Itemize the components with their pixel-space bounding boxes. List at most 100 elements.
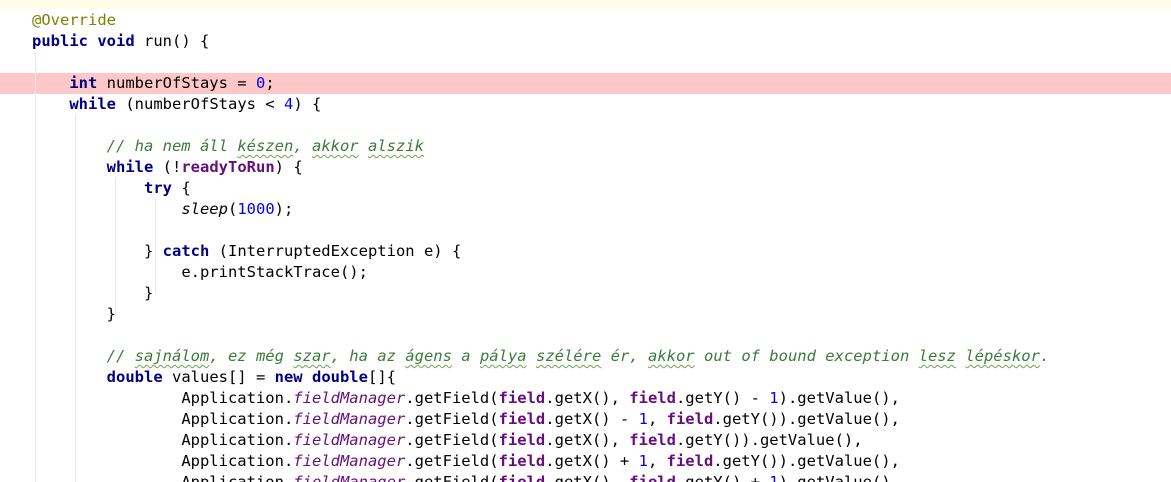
- code-line[interactable]: public void run() {: [32, 31, 209, 52]
- code-token: fieldManager: [293, 431, 406, 449]
- code-token: 1000: [237, 200, 275, 218]
- code-token: while: [106, 158, 154, 176]
- code-editor[interactable]: @Override public void run() { int numberO…: [0, 0, 1171, 482]
- code-token: values[] =: [162, 368, 275, 386]
- code-line[interactable]: Application.fieldManager.getField(field.…: [32, 430, 863, 451]
- code-token: .getField(: [405, 473, 499, 482]
- code-token: ér,: [601, 347, 648, 365]
- code-token: fieldManager: [293, 410, 406, 428]
- code-token: .: [1039, 347, 1050, 365]
- code-line[interactable]: }: [32, 283, 153, 304]
- code-line[interactable]: int numberOfStays = 0;: [32, 73, 274, 94]
- code-token: try: [143, 179, 172, 197]
- code-token: e.printStackTrace();: [181, 263, 368, 281]
- code-token: akkor: [311, 137, 359, 155]
- code-token: .getX(),: [545, 431, 630, 449]
- code-token: ).getValue(),: [778, 389, 900, 407]
- code-token: (: [227, 200, 238, 218]
- code-token: field: [629, 473, 676, 482]
- code-token: fieldManager: [293, 473, 406, 482]
- code-token: .getField(: [405, 431, 499, 449]
- code-token: Application.: [181, 410, 294, 428]
- code-token: out of bound exception: [694, 347, 919, 365]
- code-token: {: [171, 179, 191, 197]
- code-line[interactable]: Application.fieldManager.getField(field.…: [32, 388, 900, 409]
- code-token: .getX() +: [545, 452, 639, 470]
- code-line[interactable]: Application.fieldManager.getField( field.…: [32, 472, 900, 482]
- code-token: .getField(: [405, 452, 499, 470]
- code-token: (!: [153, 158, 182, 176]
- code-line[interactable]: double values[] = new double[]{: [32, 367, 396, 388]
- code-token: ) {: [293, 95, 322, 113]
- code-line[interactable]: while (!readyToRun) {: [32, 157, 303, 178]
- code-token: akkor: [647, 347, 695, 365]
- code-token: ,: [293, 137, 312, 155]
- code-line[interactable]: Application.fieldManager.getField(field.…: [32, 409, 900, 430]
- code-line[interactable]: // sajnálom, ez még szar, ha az ágens a …: [32, 346, 1050, 367]
- code-line[interactable]: Application.fieldManager.getField(field.…: [32, 451, 900, 472]
- code-line[interactable]: sleep(1000);: [32, 199, 293, 220]
- code-token: 1: [638, 410, 648, 428]
- code-token: Application.: [181, 431, 294, 449]
- code-token: field: [498, 452, 546, 470]
- code-token: 1: [769, 389, 779, 407]
- code-token: szélére: [535, 347, 602, 365]
- code-line[interactable]: // ha nem áll készen, akkor alszik: [32, 136, 424, 157]
- code-token: .getY()).getValue(),: [675, 431, 863, 449]
- code-token: field: [666, 452, 714, 470]
- code-token: catch: [162, 242, 210, 260]
- code-token: while: [69, 95, 116, 113]
- code-token: sajnálom: [134, 347, 210, 365]
- code-token: szar: [293, 347, 331, 365]
- code-token: public: [32, 32, 88, 50]
- code-token: ,: [647, 452, 667, 470]
- code-token: ,: [647, 410, 667, 428]
- code-token: (InterruptedException e) {: [209, 242, 462, 260]
- code-line[interactable]: while (numberOfStays < 4) {: [32, 94, 321, 115]
- code-token: ) {: [274, 158, 303, 176]
- code-token: ).getValue(),: [778, 473, 900, 482]
- code-token: .getField(: [405, 389, 499, 407]
- code-token: new: [274, 368, 303, 386]
- code-token: double: [106, 368, 163, 386]
- code-line[interactable]: try {: [32, 178, 191, 199]
- code-token: Application.: [181, 473, 294, 482]
- code-token: .getY()).getValue(),: [713, 410, 900, 428]
- code-token: fieldManager: [293, 389, 406, 407]
- code-token: lépéskor: [965, 347, 1040, 365]
- code-token: (numberOfStays <: [116, 95, 284, 113]
- code-line[interactable]: @Override: [32, 10, 116, 31]
- code-token: void: [97, 32, 135, 50]
- code-token: 1: [638, 452, 648, 470]
- caret-row-highlight: [0, 0, 1171, 9]
- code-line[interactable]: }: [32, 304, 116, 325]
- code-line[interactable]: e.printStackTrace();: [32, 262, 368, 283]
- code-token: //: [106, 347, 135, 365]
- code-line[interactable]: } catch (InterruptedException e) {: [32, 241, 461, 262]
- code-token: 0: [255, 74, 266, 92]
- code-token: run() {: [134, 32, 210, 50]
- code-token: .getField(: [405, 410, 499, 428]
- code-token: , ha az: [330, 347, 406, 365]
- code-token: .getX(),: [545, 473, 630, 482]
- code-token: field: [498, 431, 546, 449]
- code-token: );: [274, 200, 294, 218]
- code-token: numberOfStays =: [97, 74, 256, 92]
